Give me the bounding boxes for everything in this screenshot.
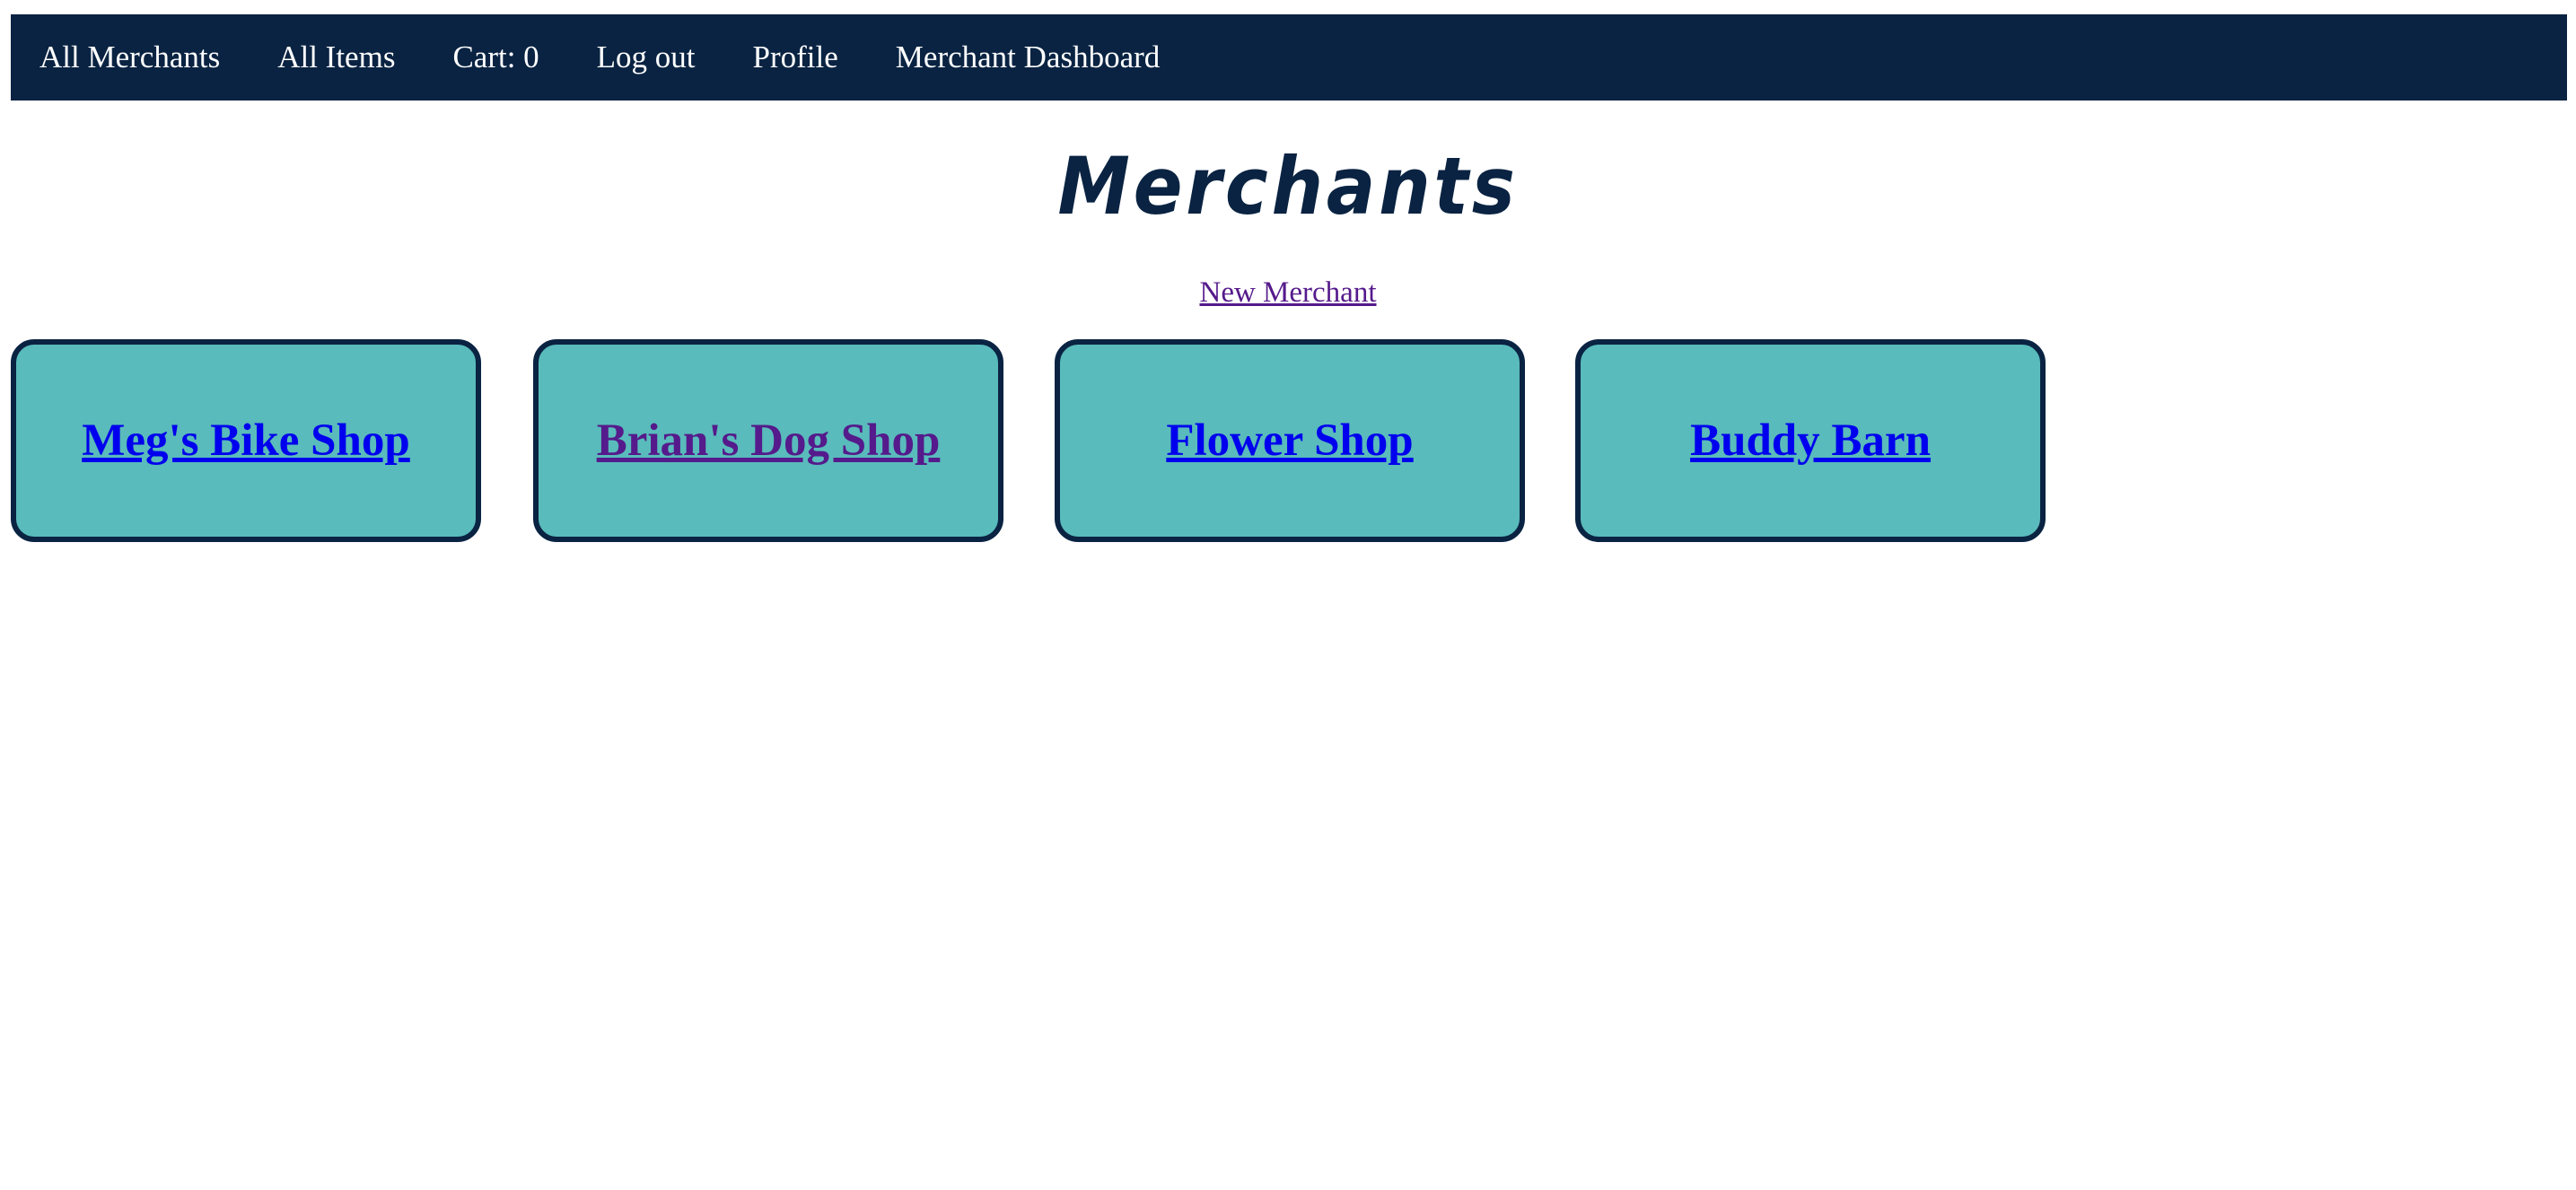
new-merchant-link[interactable]: New Merchant [1199, 276, 1376, 309]
merchant-link[interactable]: Meg's Bike Shop [82, 415, 410, 467]
top-navbar: All Merchants All Items Cart: 0 Log out … [11, 14, 2567, 101]
merchant-card: Meg's Bike Shop [11, 339, 481, 542]
nav-merchant-dashboard[interactable]: Merchant Dashboard [867, 14, 1188, 101]
merchant-link[interactable]: Brian's Dog Shop [597, 415, 941, 467]
merchant-card: Brian's Dog Shop [533, 339, 1003, 542]
nav-all-merchants[interactable]: All Merchants [11, 14, 249, 101]
page-title: Merchants [1057, 140, 1519, 232]
merchant-link[interactable]: Flower Shop [1166, 415, 1413, 467]
nav-cart[interactable]: Cart: 0 [424, 14, 567, 101]
merchant-card: Buddy Barn [1575, 339, 2046, 542]
new-merchant-container: New Merchant [0, 275, 2576, 311]
merchant-card: Flower Shop [1055, 339, 1525, 542]
nav-all-items[interactable]: All Items [249, 14, 424, 101]
nav-log-out[interactable]: Log out [568, 14, 724, 101]
merchant-link[interactable]: Buddy Barn [1690, 415, 1931, 467]
nav-profile[interactable]: Profile [724, 14, 867, 101]
